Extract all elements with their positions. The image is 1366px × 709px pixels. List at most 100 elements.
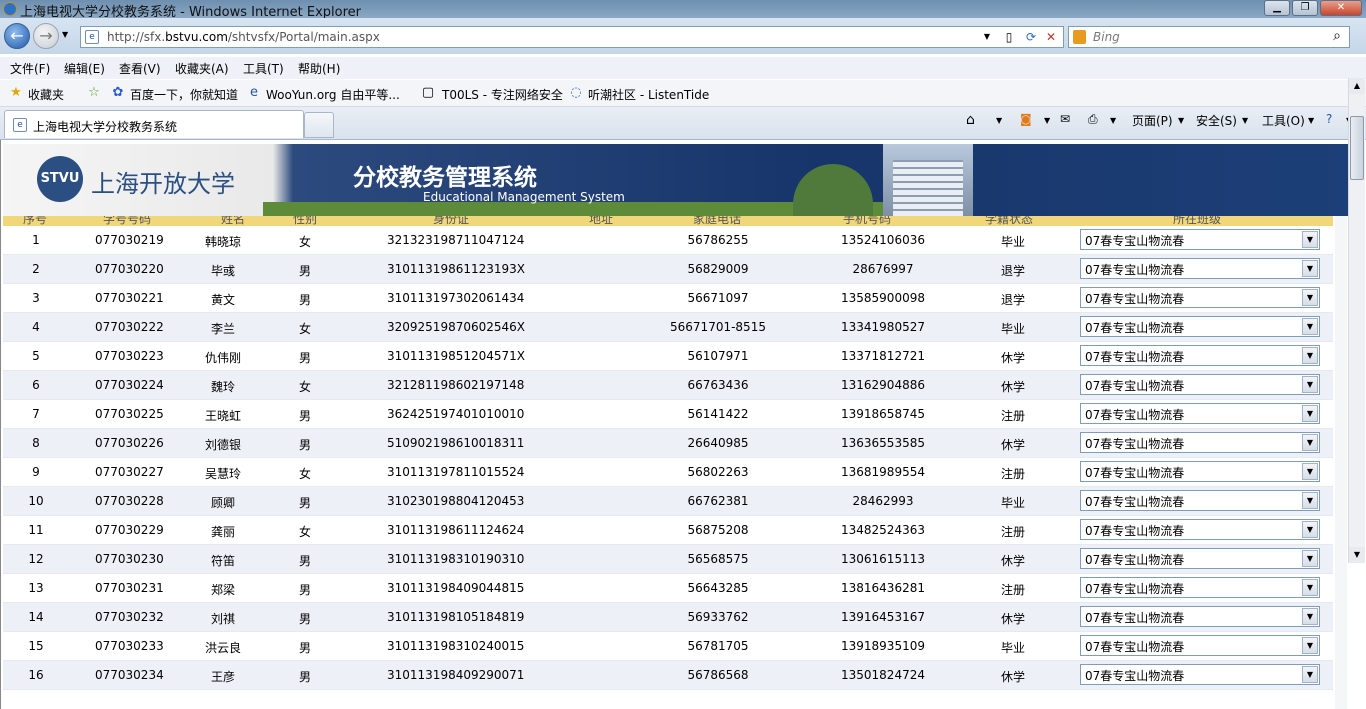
new-tab-button[interactable] xyxy=(304,112,334,138)
class-select[interactable]: 07春专宝山物流春 ▼ xyxy=(1080,635,1320,656)
menu-view[interactable]: 查看(V) xyxy=(119,60,161,77)
class-select[interactable]: 07春专宝山物流春 ▼ xyxy=(1080,577,1320,598)
feeds-icon[interactable]: ◙ xyxy=(1020,112,1032,126)
class-select[interactable]: 07春专宝山物流春 ▼ xyxy=(1080,374,1320,395)
class-select[interactable]: 07春专宝山物流春 ▼ xyxy=(1080,229,1320,250)
favorite-link-listentide[interactable]: 听潮社区 - ListenTide xyxy=(588,86,709,103)
stop-icon[interactable]: ✕ xyxy=(1041,28,1061,46)
table-row: 5 077030223 仇伟刚 男 31011319851204571X 56107971… xyxy=(3,342,1333,371)
print-icon[interactable]: ⎙ xyxy=(1088,112,1098,127)
cell-mobile: 13918935109 xyxy=(841,639,925,653)
class-select[interactable]: 07春专宝山物流春 ▼ xyxy=(1080,287,1320,308)
forward-button[interactable]: → xyxy=(33,23,59,49)
favorite-link-wooyun[interactable]: WooYun.org 自由平等... xyxy=(266,86,400,103)
back-button[interactable]: ← xyxy=(4,23,30,49)
cell-mobile: 13162904886 xyxy=(841,378,925,392)
safety-menu[interactable]: 安全(S) xyxy=(1196,112,1237,129)
class-select-value: 07春专宝山物流春 xyxy=(1085,350,1185,364)
address-bar[interactable]: e http://sfx.bstvu.com/shtvsfx/Portal/ma… xyxy=(80,26,1064,48)
compatibility-view-icon[interactable]: ▯ xyxy=(999,28,1019,46)
address-dropdown-icon[interactable]: ▼ xyxy=(977,28,997,46)
close-window-button[interactable]: ✕ xyxy=(1320,0,1362,16)
class-select[interactable]: 07春专宝山物流春 ▼ xyxy=(1080,345,1320,366)
tab-main[interactable]: e 上海电视大学分校教务系统 xyxy=(4,110,304,138)
home-dropdown-icon[interactable]: ▼ xyxy=(996,116,1002,125)
chevron-down-icon[interactable]: ▼ xyxy=(1302,231,1318,248)
recent-pages-dropdown-icon[interactable]: ▼ xyxy=(62,30,68,39)
cell-status: 注册 xyxy=(1000,467,1025,481)
chevron-down-icon[interactable]: ▼ xyxy=(1302,550,1318,567)
class-select[interactable]: 07春专宝山物流春 ▼ xyxy=(1080,606,1320,627)
chevron-down-icon[interactable]: ▼ xyxy=(1302,521,1318,538)
class-select[interactable]: 07春专宝山物流春 ▼ xyxy=(1080,258,1320,279)
menu-help[interactable]: 帮助(H) xyxy=(298,60,340,77)
cell-no: 11 xyxy=(28,523,44,537)
class-select[interactable]: 07春专宝山物流春 ▼ xyxy=(1080,316,1320,337)
chevron-down-icon[interactable]: ▼ xyxy=(1302,347,1318,364)
favorites-star-icon[interactable]: ★ xyxy=(8,85,24,101)
chevron-down-icon[interactable]: ▼ xyxy=(1302,260,1318,277)
page-scrollbar[interactable]: ▲ ▼ xyxy=(1348,78,1365,563)
favorite-link-tools[interactable]: T00LS - 专注网络安全 xyxy=(442,86,563,103)
favorite-link-baidu[interactable]: 百度一下，你就知道 xyxy=(130,86,238,103)
chevron-down-icon[interactable]: ▼ xyxy=(1302,608,1318,625)
menu-tools[interactable]: 工具(T) xyxy=(243,60,284,77)
cell-student-id: 077030234 xyxy=(95,668,164,682)
chevron-down-icon[interactable]: ▼ xyxy=(1302,492,1318,509)
chevron-down-icon[interactable]: ▼ xyxy=(1302,434,1318,451)
wooyun-icon: e xyxy=(250,85,258,100)
search-box[interactable]: Bing ⌕ xyxy=(1068,26,1350,48)
chevron-down-icon[interactable]: ▼ xyxy=(1302,463,1318,480)
help-icon[interactable]: ? xyxy=(1326,112,1332,126)
class-select[interactable]: 07春专宝山物流春 ▼ xyxy=(1080,490,1320,511)
page-dropdown-icon[interactable]: ▼ xyxy=(1178,116,1184,125)
scroll-down-icon[interactable]: ▼ xyxy=(1349,547,1365,563)
menu-bar: 文件(F) 编辑(E) 查看(V) 收藏夹(A) 工具(T) 帮助(H) xyxy=(0,57,1366,79)
cell-sex: 男 xyxy=(298,583,311,597)
cell-idcard: 31011319851204571X xyxy=(387,349,526,363)
cell-home-tel: 66762381 xyxy=(687,494,749,508)
cell-name: 王彦 xyxy=(210,670,235,684)
feeds-dropdown-icon[interactable]: ▼ xyxy=(1044,116,1050,125)
chevron-down-icon[interactable]: ▼ xyxy=(1302,289,1318,306)
tools-dropdown-icon[interactable]: ▼ xyxy=(1308,116,1314,125)
class-select[interactable]: 07春专宝山物流春 ▼ xyxy=(1080,432,1320,453)
cell-name: 符笛 xyxy=(210,554,235,568)
minimize-button[interactable]: ▁ xyxy=(1264,0,1290,16)
cell-name: 吴慧玲 xyxy=(204,467,241,481)
chevron-down-icon[interactable]: ▼ xyxy=(1302,376,1318,393)
chevron-down-icon[interactable]: ▼ xyxy=(1302,666,1318,683)
class-select[interactable]: 07春专宝山物流春 ▼ xyxy=(1080,403,1320,424)
cell-status: 毕业 xyxy=(1000,496,1025,510)
add-favorites-icon[interactable]: ☆ xyxy=(86,85,102,101)
menu-file[interactable]: 文件(F) xyxy=(10,60,50,77)
home-icon[interactable]: ⌂ xyxy=(966,112,975,128)
favorites-button[interactable]: 收藏夹 xyxy=(28,86,64,103)
page-menu[interactable]: 页面(P) xyxy=(1132,112,1173,129)
print-dropdown-icon[interactable]: ▼ xyxy=(1110,116,1116,125)
menu-edit[interactable]: 编辑(E) xyxy=(64,60,105,77)
menu-favorites[interactable]: 收藏夹(A) xyxy=(175,60,229,77)
class-select[interactable]: 07春专宝山物流春 ▼ xyxy=(1080,664,1320,685)
class-select[interactable]: 07春专宝山物流春 ▼ xyxy=(1080,548,1320,569)
class-select[interactable]: 07春专宝山物流春 ▼ xyxy=(1080,519,1320,540)
safety-dropdown-icon[interactable]: ▼ xyxy=(1242,116,1248,125)
maximize-button[interactable]: ❐ xyxy=(1292,0,1318,16)
table-row: 8 077030226 刘德银 男 510902198610018311 26640985… xyxy=(3,429,1333,458)
cell-home-tel: 56875208 xyxy=(687,523,749,537)
refresh-icon[interactable]: ⟳ xyxy=(1021,28,1041,46)
tools-menu[interactable]: 工具(O) xyxy=(1262,112,1305,129)
scroll-up-icon[interactable]: ▲ xyxy=(1349,78,1365,94)
address-url[interactable]: http://sfx.bstvu.com/shtvsfx/Portal/main… xyxy=(107,30,380,44)
chevron-down-icon[interactable]: ▼ xyxy=(1302,318,1318,335)
mail-icon[interactable]: ✉ xyxy=(1060,112,1070,126)
chevron-down-icon[interactable]: ▼ xyxy=(1302,405,1318,422)
search-placeholder[interactable]: Bing xyxy=(1093,30,1120,44)
chevron-down-icon[interactable]: ▼ xyxy=(1302,579,1318,596)
chevron-down-icon[interactable]: ▼ xyxy=(1302,637,1318,654)
cell-name: 仇伟刚 xyxy=(204,351,241,365)
scrollbar-thumb[interactable] xyxy=(1350,116,1364,180)
class-select[interactable]: 07春专宝山物流春 ▼ xyxy=(1080,461,1320,482)
cell-status: 退学 xyxy=(1000,293,1025,307)
search-icon[interactable]: ⌕ xyxy=(1333,28,1341,44)
